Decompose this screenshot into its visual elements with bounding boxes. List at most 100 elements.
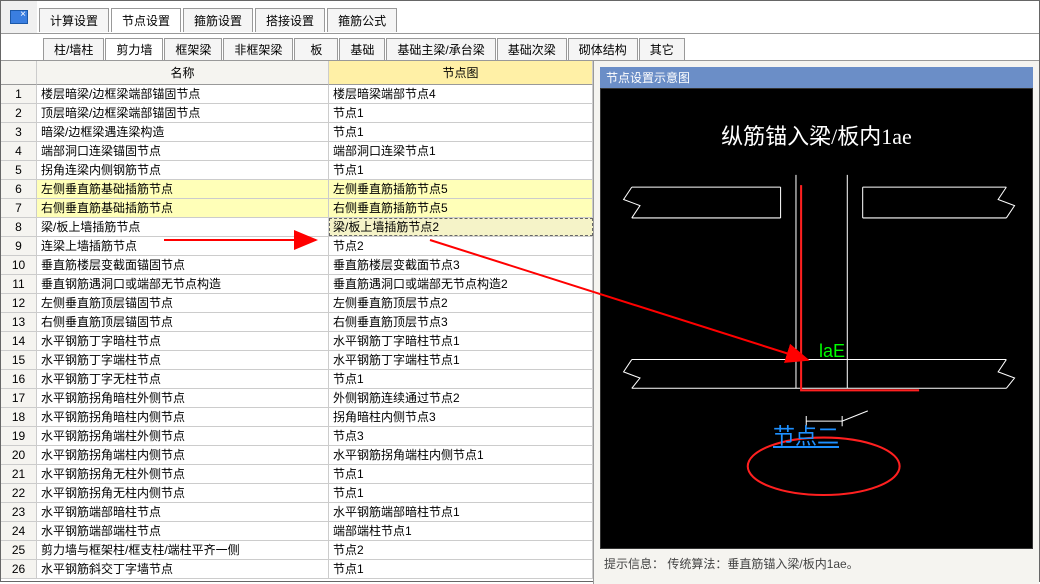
row-node[interactable]: 水平钢筋拐角端柱内侧节点1 bbox=[329, 446, 593, 464]
table-row[interactable]: 19水平钢筋拐角端柱外侧节点节点3 bbox=[1, 427, 593, 446]
sub-tab-3[interactable]: 非框架梁 bbox=[223, 38, 293, 60]
table-row[interactable]: 25剪力墙与框架柱/框支柱/端柱平齐一侧节点2 bbox=[1, 541, 593, 560]
main-tab-2[interactable]: 箍筋设置 bbox=[183, 8, 253, 32]
row-num: 17 bbox=[1, 389, 37, 407]
cad-drawing bbox=[601, 89, 1032, 548]
row-name: 梁/板上墙插筋节点 bbox=[37, 218, 329, 236]
table-row[interactable]: 26水平钢筋斜交丁字墙节点节点1 bbox=[1, 560, 593, 579]
row-node[interactable]: 垂直筋遇洞口或端部无节点构造2 bbox=[329, 275, 593, 293]
row-node[interactable]: 端部端柱节点1 bbox=[329, 522, 593, 540]
row-num: 4 bbox=[1, 142, 37, 160]
table-row[interactable]: 9连梁上墙插筋节点节点2 bbox=[1, 237, 593, 256]
main-tab-1[interactable]: 节点设置 bbox=[111, 8, 181, 32]
row-node[interactable]: 节点1 bbox=[329, 123, 593, 141]
row-node[interactable]: 梁/板上墙插筋节点2 bbox=[329, 218, 593, 236]
table-row[interactable]: 17水平钢筋拐角暗柱外侧节点外侧钢筋连续通过节点2 bbox=[1, 389, 593, 408]
preview-title: 节点设置示意图 bbox=[600, 67, 1033, 88]
row-node[interactable]: 左侧垂直筋插筋节点5 bbox=[329, 180, 593, 198]
sub-tab-7[interactable]: 基础次梁 bbox=[497, 38, 567, 60]
table-row[interactable]: 18水平钢筋拐角暗柱内侧节点拐角暗柱内侧节点3 bbox=[1, 408, 593, 427]
row-node[interactable]: 右侧垂直筋顶层节点3 bbox=[329, 313, 593, 331]
table-row[interactable]: 2顶层暗梁/边框梁端部锚固节点节点1 bbox=[1, 104, 593, 123]
table-row[interactable]: 20水平钢筋拐角端柱内侧节点水平钢筋拐角端柱内侧节点1 bbox=[1, 446, 593, 465]
row-num: 14 bbox=[1, 332, 37, 350]
row-node[interactable]: 节点1 bbox=[329, 161, 593, 179]
sub-tab-6[interactable]: 基础主梁/承台梁 bbox=[386, 38, 495, 60]
table-row[interactable]: 13右侧垂直筋顶层锚固节点右侧垂直筋顶层节点3 bbox=[1, 313, 593, 332]
sub-tab-1[interactable]: 剪力墙 bbox=[105, 38, 163, 60]
row-name: 水平钢筋丁字端柱节点 bbox=[37, 351, 329, 369]
row-num: 26 bbox=[1, 560, 37, 578]
sub-tab-5[interactable]: 基础 bbox=[339, 38, 385, 60]
table-row[interactable]: 14水平钢筋丁字暗柱节点水平钢筋丁字暗柱节点1 bbox=[1, 332, 593, 351]
row-node[interactable]: 左侧垂直筋顶层节点2 bbox=[329, 294, 593, 312]
row-name: 左侧垂直筋顶层锚固节点 bbox=[37, 294, 329, 312]
row-node[interactable]: 端部洞口连梁节点1 bbox=[329, 142, 593, 160]
table-row[interactable]: 5拐角连梁内侧钢筋节点节点1 bbox=[1, 161, 593, 180]
sub-tab-0[interactable]: 柱/墙柱 bbox=[43, 38, 104, 60]
preview-info: 提示信息： 传统算法：垂直筋锚入梁/板内1ae。 bbox=[600, 549, 1033, 578]
row-name: 水平钢筋拐角暗柱内侧节点 bbox=[37, 408, 329, 426]
table-row[interactable]: 12左侧垂直筋顶层锚固节点左侧垂直筋顶层节点2 bbox=[1, 294, 593, 313]
row-node[interactable]: 节点1 bbox=[329, 484, 593, 502]
row-num: 6 bbox=[1, 180, 37, 198]
table-row[interactable]: 24水平钢筋端部端柱节点端部端柱节点1 bbox=[1, 522, 593, 541]
row-num: 21 bbox=[1, 465, 37, 483]
table-row[interactable]: 3暗梁/边框梁遇连梁构造节点1 bbox=[1, 123, 593, 142]
sub-tab-8[interactable]: 砌体结构 bbox=[568, 38, 638, 60]
row-name: 水平钢筋端部端柱节点 bbox=[37, 522, 329, 540]
row-node[interactable]: 外侧钢筋连续通过节点2 bbox=[329, 389, 593, 407]
col-node-header: 节点图 bbox=[329, 61, 593, 85]
main-tab-0[interactable]: 计算设置 bbox=[39, 8, 109, 32]
row-num: 11 bbox=[1, 275, 37, 293]
info-label: 提示信息： bbox=[604, 557, 664, 571]
table-row[interactable]: 10垂直筋楼层变截面锚固节点垂直筋楼层变截面节点3 bbox=[1, 256, 593, 275]
row-num: 9 bbox=[1, 237, 37, 255]
table-row[interactable]: 7右侧垂直筋基础插筋节点右侧垂直筋插筋节点5 bbox=[1, 199, 593, 218]
table-row[interactable]: 23水平钢筋端部暗柱节点水平钢筋端部暗柱节点1 bbox=[1, 503, 593, 522]
row-num: 15 bbox=[1, 351, 37, 369]
row-node[interactable]: 右侧垂直筋插筋节点5 bbox=[329, 199, 593, 217]
table-row[interactable]: 15水平钢筋丁字端柱节点水平钢筋丁字端柱节点1 bbox=[1, 351, 593, 370]
row-num: 3 bbox=[1, 123, 37, 141]
row-num: 16 bbox=[1, 370, 37, 388]
sub-tab-9[interactable]: 其它 bbox=[639, 38, 685, 60]
row-node[interactable]: 垂直筋楼层变截面节点3 bbox=[329, 256, 593, 274]
row-name: 水平钢筋丁字暗柱节点 bbox=[37, 332, 329, 350]
table-row[interactable]: 16水平钢筋丁字无柱节点节点1 bbox=[1, 370, 593, 389]
row-name: 剪力墙与框架柱/框支柱/端柱平齐一侧 bbox=[37, 541, 329, 559]
row-node[interactable]: 水平钢筋端部暗柱节点1 bbox=[329, 503, 593, 521]
cad-title: 纵筋锚入梁/板内1ae bbox=[601, 119, 1032, 151]
row-name: 垂直筋楼层变截面锚固节点 bbox=[37, 256, 329, 274]
row-node[interactable]: 楼层暗梁端部节点4 bbox=[329, 85, 593, 103]
table-row[interactable]: 1楼层暗梁/边框梁端部锚固节点楼层暗梁端部节点4 bbox=[1, 85, 593, 104]
row-node[interactable]: 拐角暗柱内侧节点3 bbox=[329, 408, 593, 426]
row-node[interactable]: 节点2 bbox=[329, 237, 593, 255]
table-row[interactable]: 4端部洞口连梁锚固节点端部洞口连梁节点1 bbox=[1, 142, 593, 161]
table-row[interactable]: 21水平钢筋拐角无柱外侧节点节点1 bbox=[1, 465, 593, 484]
row-node[interactable]: 节点1 bbox=[329, 370, 593, 388]
row-name: 水平钢筋拐角无柱内侧节点 bbox=[37, 484, 329, 502]
table-row[interactable]: 6左侧垂直筋基础插筋节点左侧垂直筋插筋节点5 bbox=[1, 180, 593, 199]
sub-tab-4[interactable]: 板 bbox=[294, 38, 338, 60]
row-num: 8 bbox=[1, 218, 37, 236]
row-node[interactable]: 节点3 bbox=[329, 427, 593, 445]
table-row[interactable]: 22水平钢筋拐角无柱内侧节点节点1 bbox=[1, 484, 593, 503]
row-num: 2 bbox=[1, 104, 37, 122]
row-name: 暗梁/边框梁遇连梁构造 bbox=[37, 123, 329, 141]
sub-tab-2[interactable]: 框架梁 bbox=[164, 38, 222, 60]
cad-node2-link[interactable]: 节点二 bbox=[773, 419, 839, 451]
main-tab-4[interactable]: 箍筋公式 bbox=[327, 8, 397, 32]
cad-lae-label: laE bbox=[819, 341, 845, 362]
row-node[interactable]: 水平钢筋丁字端柱节点1 bbox=[329, 351, 593, 369]
row-node[interactable]: 水平钢筋丁字暗柱节点1 bbox=[329, 332, 593, 350]
row-num: 23 bbox=[1, 503, 37, 521]
window-icon[interactable] bbox=[1, 1, 37, 33]
table-row[interactable]: 11垂直钢筋遇洞口或端部无节点构造垂直筋遇洞口或端部无节点构造2 bbox=[1, 275, 593, 294]
row-node[interactable]: 节点1 bbox=[329, 560, 593, 578]
table-row[interactable]: 8梁/板上墙插筋节点梁/板上墙插筋节点2 bbox=[1, 218, 593, 237]
row-node[interactable]: 节点1 bbox=[329, 465, 593, 483]
row-node[interactable]: 节点1 bbox=[329, 104, 593, 122]
main-tab-3[interactable]: 搭接设置 bbox=[255, 8, 325, 32]
row-node[interactable]: 节点2 bbox=[329, 541, 593, 559]
